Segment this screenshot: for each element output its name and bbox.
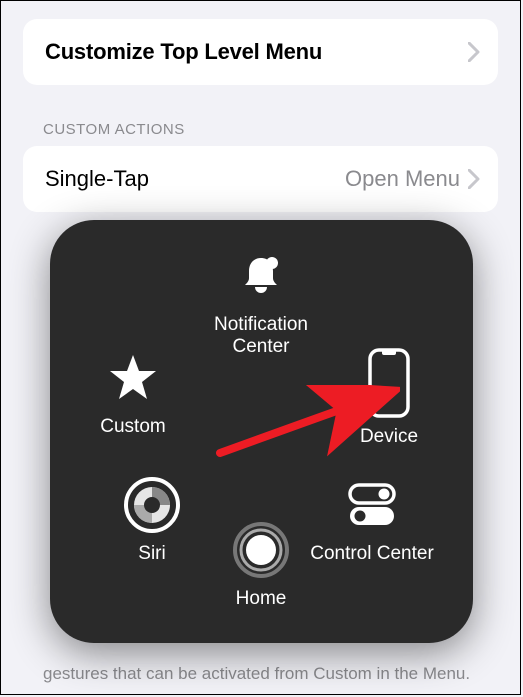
row-label: Single-Tap bbox=[45, 166, 149, 192]
menu-item-notification-center[interactable]: Notification Center bbox=[191, 246, 331, 358]
menu-item-label: Siri bbox=[138, 543, 165, 565]
menu-item-label: Device bbox=[360, 426, 418, 448]
toggles-icon bbox=[342, 475, 402, 535]
row-label: Customize Top Level Menu bbox=[45, 39, 322, 65]
menu-item-label: Custom bbox=[100, 416, 165, 438]
custom-actions-section-header: CUSTOM ACTIONS bbox=[23, 121, 498, 138]
assistivetouch-menu: Notification Center Custom Device bbox=[50, 220, 473, 643]
single-tap-row[interactable]: Single-Tap Open Menu bbox=[23, 146, 498, 212]
row-value: Open Menu bbox=[345, 166, 460, 192]
bell-icon bbox=[231, 246, 291, 306]
iphone-icon bbox=[354, 348, 424, 418]
chevron-right-icon bbox=[468, 169, 480, 189]
star-icon bbox=[103, 348, 163, 408]
footer-help-text: gestures that can be activated from Cust… bbox=[23, 663, 498, 686]
customize-top-level-menu-row[interactable]: Customize Top Level Menu bbox=[23, 19, 498, 85]
chevron-right-icon bbox=[468, 42, 480, 62]
menu-item-custom[interactable]: Custom bbox=[63, 348, 203, 438]
menu-item-label: Notification Center bbox=[191, 314, 331, 358]
menu-item-label: Home bbox=[236, 588, 287, 610]
home-button-icon bbox=[231, 520, 291, 580]
menu-item-home[interactable]: Home bbox=[191, 520, 331, 610]
siri-icon bbox=[122, 475, 182, 535]
menu-item-device[interactable]: Device bbox=[319, 348, 459, 448]
